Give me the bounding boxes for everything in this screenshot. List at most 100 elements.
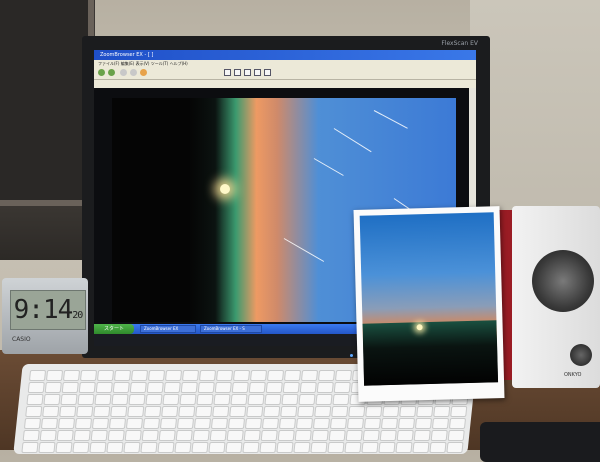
view-full-icon[interactable] [264,69,271,76]
keyboard-key[interactable] [90,430,108,441]
keyboard-key[interactable] [27,382,45,393]
keyboard-key[interactable] [225,442,243,453]
keyboard-key[interactable] [61,382,79,393]
keyboard-key[interactable] [280,406,298,417]
keyboard-key[interactable] [378,442,396,453]
keyboard-key[interactable] [243,430,261,441]
keyboard-key[interactable] [230,394,248,405]
keyboard-key[interactable] [363,418,382,429]
back-icon[interactable] [98,69,105,76]
keyboard-key[interactable] [297,406,315,417]
start-button[interactable]: スタート [94,324,134,334]
menu-bar[interactable]: ファイル(F) 編集(E) 表示(V) ツール(T) ヘルプ(H) [94,60,476,67]
view-single-icon[interactable] [224,69,231,76]
keyboard-key[interactable] [433,406,451,417]
keyboard-key[interactable] [89,442,107,453]
keyboard-key[interactable] [45,370,64,381]
keyboard-key[interactable] [281,394,299,405]
keyboard-key[interactable] [196,394,214,405]
keyboard-key[interactable] [129,382,147,393]
keyboard-key[interactable] [181,370,200,381]
keyboard-key[interactable] [79,370,98,381]
keyboard-key[interactable] [62,370,81,381]
taskbar-item[interactable]: ZoomBrowser EX [140,325,196,333]
keyboard-key[interactable] [40,418,59,429]
keyboard-key[interactable] [113,370,132,381]
keyboard-key[interactable] [315,394,333,405]
taskbar-item[interactable]: ZoomBrowser EX - S [200,325,262,333]
keyboard-key[interactable] [226,430,244,441]
keyboard-key[interactable] [195,406,213,417]
keyboard-key[interactable] [94,394,112,405]
keyboard-key[interactable] [248,382,266,393]
keyboard-key[interactable] [215,370,234,381]
keyboard-key[interactable] [380,418,399,429]
keyboard-key[interactable] [106,442,124,453]
keyboard-key[interactable] [278,418,297,429]
keyboard-key[interactable] [74,418,93,429]
keyboard-key[interactable] [344,442,362,453]
keyboard-key[interactable] [263,406,281,417]
keyboard-key[interactable] [179,394,197,405]
keyboard-key[interactable] [192,430,210,441]
keyboard-key[interactable] [227,418,246,429]
keyboard-key[interactable] [232,370,251,381]
keyboard-key[interactable] [174,442,192,453]
keyboard-key[interactable] [78,382,96,393]
keyboard-key[interactable] [311,430,329,441]
keyboard-key[interactable] [334,370,353,381]
keyboard-key[interactable] [72,442,90,453]
keyboard-key[interactable] [242,442,260,453]
keyboard-key[interactable] [125,418,144,429]
keyboard-key[interactable] [111,394,129,405]
keyboard-key[interactable] [25,406,43,417]
keyboard-key[interactable] [38,442,56,453]
keyboard-key[interactable] [23,418,42,429]
keyboard-key[interactable] [124,430,142,441]
keyboard-key[interactable] [396,430,414,441]
keyboard-key[interactable] [229,406,247,417]
keyboard-key[interactable] [266,370,285,381]
keyboard-key[interactable] [42,406,60,417]
keyboard-key[interactable] [55,442,73,453]
rotate-icon[interactable] [140,69,147,76]
keyboard-key[interactable] [329,418,348,429]
keyboard-key[interactable] [276,442,294,453]
keyboard-key[interactable] [293,442,311,453]
keyboard-key[interactable] [310,442,328,453]
keyboard-key[interactable] [416,406,434,417]
keyboard-key[interactable] [210,418,229,429]
keyboard-key[interactable] [327,442,345,453]
view-list-icon[interactable] [254,69,261,76]
keyboard-key[interactable] [346,418,365,429]
view-grid-icon[interactable] [244,69,251,76]
address-bar[interactable] [94,80,476,88]
keyboard-key[interactable] [127,406,145,417]
keyboard-key[interactable] [110,406,128,417]
keyboard-key[interactable] [145,394,163,405]
keyboard-key[interactable] [312,418,331,429]
keyboard-key[interactable] [26,394,44,405]
keyboard-key[interactable] [446,442,464,453]
keyboard-key[interactable] [331,406,349,417]
keyboard-key[interactable] [112,382,130,393]
keyboard-key[interactable] [60,394,78,405]
keyboard-key[interactable] [213,394,231,405]
keyboard-key[interactable] [164,370,183,381]
keyboard-key[interactable] [91,418,110,429]
keyboard-key[interactable] [44,382,62,393]
keyboard-key[interactable] [314,406,332,417]
keyboard-key[interactable] [209,430,227,441]
keyboard-key[interactable] [414,418,433,429]
keyboard-key[interactable] [43,394,61,405]
keyboard-key[interactable] [163,382,181,393]
keyboard-key[interactable] [95,382,113,393]
keyboard-key[interactable] [141,430,159,441]
keyboard-key[interactable] [361,442,379,453]
keyboard-key[interactable] [277,430,295,441]
keyboard-key[interactable] [161,406,179,417]
keyboard-key[interactable] [142,418,161,429]
zoom-in-icon[interactable] [120,69,127,76]
keyboard-key[interactable] [158,430,176,441]
keyboard-key[interactable] [299,382,317,393]
